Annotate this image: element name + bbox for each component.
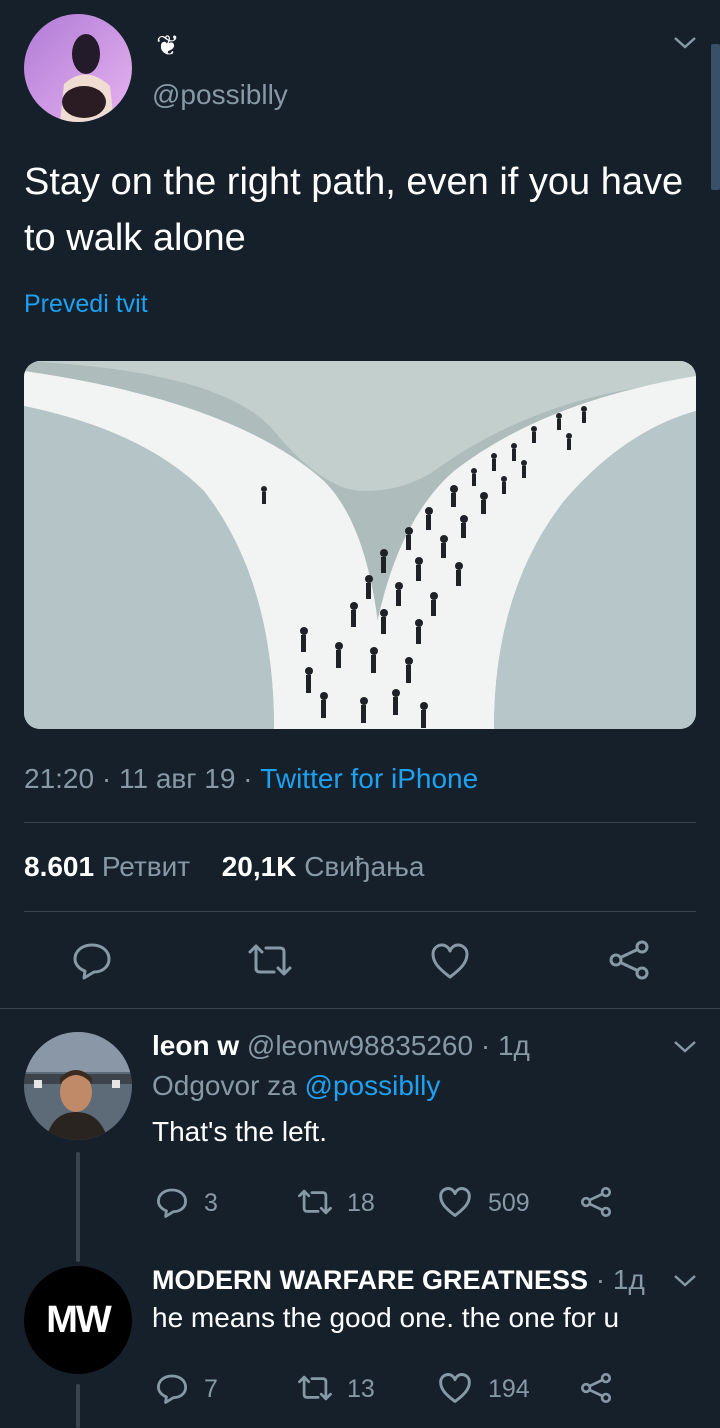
thread-line (76, 1152, 80, 1262)
reply-header: MODERN WARFARE GREATNESS · 1д (152, 1264, 645, 1295)
retweet-icon[interactable] (296, 1374, 334, 1402)
author-avatar[interactable] (24, 14, 132, 122)
divider (24, 911, 696, 912)
reply-author-name[interactable]: MODERN WARFARE GREATNESS (152, 1265, 588, 1295)
author-badge: ❦ (156, 30, 180, 61)
tweet-time: 21:20 (24, 763, 95, 794)
reply-avatar-leon[interactable] (24, 1032, 132, 1140)
reply-count: 3 (204, 1189, 218, 1217)
reply-time: 1д (497, 1030, 530, 1061)
like-count: 194 (488, 1375, 530, 1403)
divider (0, 1008, 720, 1009)
mw-logo: MW (46, 1299, 112, 1341)
reply-text: That's the left. (152, 1116, 327, 1147)
thread-line (76, 1384, 80, 1428)
reply-count: 7 (204, 1375, 218, 1403)
share-icon[interactable] (580, 1186, 612, 1218)
reply-to-handle[interactable]: @possiblly (305, 1070, 441, 1101)
like-icon[interactable] (438, 1372, 472, 1404)
share-icon[interactable] (580, 1372, 612, 1404)
reply-icon[interactable] (156, 1372, 188, 1404)
chevron-down-icon[interactable] (672, 1038, 698, 1056)
tweet-date: 11 авг 19 (118, 763, 236, 794)
retweet-count[interactable]: 8.601 (24, 851, 94, 882)
like-count[interactable]: 20,1K (222, 851, 297, 882)
reply-avatar-mw[interactable]: MW (24, 1266, 132, 1374)
retweet-icon[interactable] (296, 1188, 334, 1216)
tweet-image[interactable] (24, 361, 696, 729)
like-icon[interactable] (430, 942, 470, 980)
share-icon[interactable] (608, 940, 650, 980)
reply-to-prefix: Odgovor za (152, 1070, 297, 1101)
tweet-meta: 21:20 · 11 авг 19 · Twitter for iPhone (24, 763, 479, 794)
tweet-text: Stay on the right path, even if you have… (24, 161, 684, 259)
reply-icon[interactable] (72, 940, 112, 980)
retweet-count: 13 (347, 1375, 375, 1403)
reply-time: 1д (612, 1264, 645, 1295)
tweet-source[interactable]: Twitter for iPhone (260, 763, 478, 794)
retweet-icon[interactable] (246, 942, 294, 978)
reply-header: leon w @leonw98835260 · 1д (152, 1030, 530, 1061)
reply-text: he means the good one. the one for u (152, 1302, 620, 1333)
reply-author-handle[interactable]: @leonw98835260 (247, 1030, 473, 1061)
chevron-down-icon[interactable] (672, 1272, 698, 1290)
reply-icon[interactable] (156, 1186, 188, 1218)
like-label[interactable]: Свиђања (304, 851, 424, 882)
chevron-down-icon[interactable] (672, 34, 698, 52)
divider (24, 822, 696, 823)
like-icon[interactable] (438, 1186, 472, 1218)
retweet-label[interactable]: Ретвит (102, 851, 190, 882)
tweet-stats: 8.601 Ретвит 20,1K Свиђања (24, 850, 424, 884)
reply-author-name[interactable]: leon w (152, 1030, 239, 1061)
author-handle[interactable]: @possiblly (152, 78, 288, 112)
reply-to-line: Odgovor za @possiblly (152, 1068, 440, 1104)
retweet-count: 18 (347, 1189, 375, 1217)
like-count: 509 (488, 1189, 530, 1217)
scrollbar[interactable] (711, 44, 720, 190)
translate-link[interactable]: Prevedi tvit (24, 288, 148, 320)
